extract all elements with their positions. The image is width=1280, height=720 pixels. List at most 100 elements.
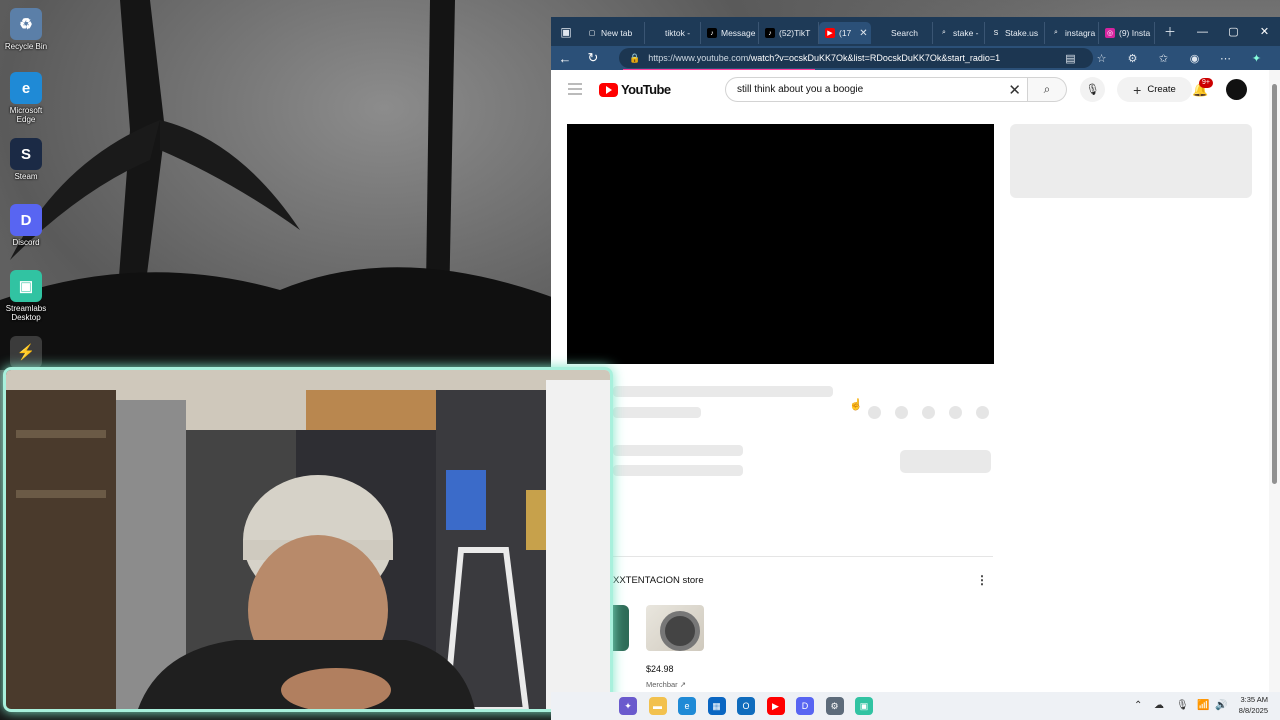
more-menu-icon[interactable]: ⋯ bbox=[1210, 52, 1241, 65]
account-avatar[interactable] bbox=[1226, 79, 1247, 100]
store-title: XXTENTACION store bbox=[613, 575, 704, 586]
tab-label: stake - bbox=[953, 28, 979, 38]
chevron-up-icon[interactable]: ⌃ bbox=[1134, 700, 1142, 711]
youtube-play-icon bbox=[599, 82, 618, 97]
streamlabs-icon: ▣ bbox=[10, 270, 42, 302]
streamlabs-icon[interactable]: ▣ bbox=[855, 697, 873, 715]
copilot-icon[interactable]: ✦ bbox=[1241, 52, 1272, 65]
voice-search-icon[interactable]: 🎙 bbox=[1080, 77, 1105, 102]
tiktok-icon: ♪ bbox=[707, 28, 717, 38]
browser-tab[interactable]: ▢ New tab bbox=[581, 22, 645, 44]
tiktok-icon bbox=[651, 28, 661, 38]
plus-icon: + bbox=[1133, 81, 1142, 98]
settings-icon[interactable]: ⚙ bbox=[825, 697, 844, 715]
sidebar-loading-placeholder bbox=[1010, 124, 1252, 198]
system-clock[interactable]: 3:35 AM 8/8/2025 bbox=[1239, 694, 1268, 716]
browser-window: ▣ ▢ New tab tiktok - ♪ Message ♪ (52)TikT ▶ (17… bbox=[551, 17, 1280, 720]
subscribe-loading-placeholder bbox=[900, 450, 991, 473]
webcam-scene bbox=[6, 370, 610, 709]
webcam-overlay bbox=[3, 367, 613, 712]
tab-label: (52)TikT bbox=[779, 28, 811, 38]
merch-item-image[interactable] bbox=[613, 605, 629, 651]
merch-vendor-link[interactable]: Merchbar ↗ bbox=[646, 680, 686, 689]
microphone-icon[interactable]: 🎙 bbox=[1176, 700, 1189, 711]
browser-tab[interactable]: S Stake.us bbox=[985, 22, 1045, 44]
tab-label: Search bbox=[891, 28, 918, 38]
search-input[interactable]: still think about you a boogie ✕ bbox=[725, 77, 1028, 102]
browser-tab[interactable]: ▶ (17 ✕ bbox=[819, 22, 871, 44]
title-loading-placeholder bbox=[613, 386, 833, 397]
desktop-shortcut-label: Recycle Bin bbox=[4, 42, 48, 51]
outlook-icon[interactable]: O bbox=[737, 697, 755, 715]
tab-label: Stake.us bbox=[1005, 28, 1039, 38]
browser-tab[interactable]: tiktok - bbox=[645, 22, 701, 44]
clock-date: 8/8/2025 bbox=[1238, 706, 1268, 715]
wifi-icon[interactable]: 📶 bbox=[1197, 700, 1209, 711]
close-tab-icon[interactable]: ✕ bbox=[859, 28, 867, 39]
tab-label: (9) Insta bbox=[1119, 28, 1151, 38]
video-player[interactable] bbox=[567, 124, 994, 364]
youtube-logo[interactable]: YouTube bbox=[599, 82, 671, 97]
stake-icon: S bbox=[991, 28, 1001, 38]
close-window-icon[interactable]: ✕ bbox=[1249, 17, 1280, 46]
page-scrollbar[interactable] bbox=[1269, 70, 1280, 720]
action-placeholder-dot bbox=[922, 406, 935, 419]
volume-icon[interactable]: 🔊 bbox=[1215, 700, 1227, 711]
clear-search-icon[interactable]: ✕ bbox=[1008, 81, 1021, 99]
action-placeholder-dot bbox=[949, 406, 962, 419]
desktop-shortcut[interactable]: S Steam bbox=[3, 138, 49, 181]
minimize-icon[interactable]: — bbox=[1187, 17, 1218, 46]
favorite-star-icon[interactable]: ☆ bbox=[1086, 52, 1117, 65]
store-icon[interactable]: ▦ bbox=[707, 697, 726, 715]
menu-icon[interactable] bbox=[568, 83, 582, 98]
new-tab-button[interactable]: ＋ bbox=[1155, 17, 1185, 46]
url-host: https://www.youtube.com bbox=[648, 53, 749, 63]
tab-label: New tab bbox=[601, 28, 633, 38]
favorites-icon[interactable]: ✩ bbox=[1148, 52, 1179, 65]
subtitle-loading-placeholder bbox=[613, 407, 701, 418]
search-button[interactable]: ⌕ bbox=[1028, 77, 1067, 102]
youtube-logo-text: YouTube bbox=[621, 82, 671, 97]
browser-tab[interactable]: Search bbox=[871, 22, 933, 44]
split-screen-icon[interactable]: ▤ bbox=[1055, 52, 1086, 65]
notification-badge: 9+ bbox=[1199, 78, 1213, 88]
create-button[interactable]: + Create bbox=[1117, 77, 1192, 102]
browser-tab[interactable]: ♪ (52)TikT bbox=[759, 22, 819, 44]
discord-icon: D bbox=[10, 204, 42, 236]
cloud-icon[interactable]: ☁ bbox=[1154, 700, 1164, 711]
extensions-icon[interactable]: ⚙ bbox=[1117, 52, 1148, 65]
maximize-icon[interactable]: ▢ bbox=[1218, 17, 1249, 46]
more-options-icon[interactable]: ⋮ bbox=[976, 573, 988, 587]
discord-icon[interactable]: D bbox=[796, 697, 814, 715]
search-icon: ⌕ bbox=[939, 28, 949, 38]
desktop-shortcut-label: Discord bbox=[12, 238, 40, 247]
back-button[interactable]: ← bbox=[551, 46, 579, 70]
taskbar: ✦ ▬ e ▦ O ▶ D ⚙ ▣ ⌃ ☁ 🎙 📶 🔊 3:35 AM 8/8/2025 bbox=[551, 692, 1280, 720]
youtube-icon: ▶ bbox=[825, 28, 835, 38]
desktop-shortcut-label: Microsoft Edge bbox=[9, 106, 43, 124]
copilot-icon[interactable]: ✦ bbox=[619, 697, 637, 715]
browser-tab[interactable]: ⌕ instagra bbox=[1045, 22, 1099, 44]
url-field[interactable]: 🔒 https://www.youtube.com/watch?v=ocskDu… bbox=[619, 48, 1093, 68]
profile-icon[interactable]: ◉ bbox=[1179, 52, 1210, 65]
merch-price: $24.98 bbox=[646, 664, 674, 674]
new-tab-icon: ▢ bbox=[587, 28, 597, 38]
url-path: /watch?v=ocskDuKK7Ok&list=RDocskDuKK7Ok&… bbox=[748, 53, 1001, 63]
desktop-shortcut[interactable]: ♻ Recycle Bin bbox=[3, 8, 49, 51]
desktop-shortcut[interactable]: e Microsoft Edge bbox=[3, 72, 49, 124]
browser-tab[interactable]: ♪ Message bbox=[701, 22, 759, 44]
youtube-icon[interactable]: ▶ bbox=[766, 697, 785, 715]
browser-tab[interactable]: ◎ (9) Insta bbox=[1099, 22, 1155, 44]
merch-vendor: Merchbar bbox=[646, 680, 678, 689]
tab-bar: ▣ ▢ New tab tiktok - ♪ Message ♪ (52)TikT ▶ (17… bbox=[551, 17, 1280, 46]
merch-item-image[interactable] bbox=[646, 605, 704, 651]
edge-icon[interactable]: e bbox=[678, 697, 696, 715]
file-explorer-icon[interactable]: ▬ bbox=[648, 697, 667, 715]
refresh-button[interactable]: ↻ bbox=[579, 46, 607, 70]
tab-actions-icon[interactable]: ▣ bbox=[551, 17, 581, 46]
action-placeholder-dot bbox=[868, 406, 881, 419]
browser-tab[interactable]: ⌕ stake - bbox=[933, 22, 985, 44]
desktop-shortcut[interactable]: ▣ Streamlabs Desktop bbox=[3, 270, 49, 322]
desktop-shortcut[interactable]: ⚡ bbox=[3, 336, 49, 368]
desktop-shortcut[interactable]: D Discord bbox=[3, 204, 49, 247]
